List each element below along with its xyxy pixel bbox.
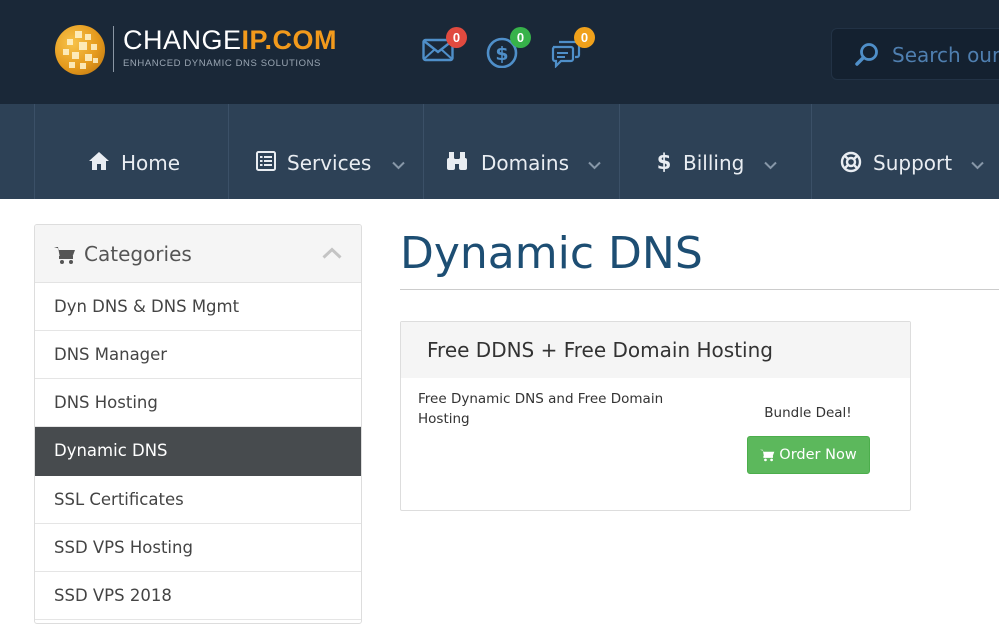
chevron-down-icon bbox=[971, 161, 984, 170]
chevron-down-icon bbox=[764, 161, 777, 170]
shopping-cart-icon bbox=[760, 449, 775, 461]
search-icon[interactable] bbox=[854, 42, 880, 68]
dollar-icon: $ bbox=[657, 150, 671, 173]
nav-services-label: Services bbox=[287, 151, 372, 175]
shopping-cart-icon bbox=[54, 247, 75, 264]
billing-notification-button[interactable]: $ 0 bbox=[486, 27, 531, 70]
search-input[interactable] bbox=[892, 40, 999, 70]
sidebar-item-dns-manager[interactable]: DNS Manager bbox=[35, 331, 361, 379]
sidebar-item-ssl-certificates[interactable]: SSL Certificates bbox=[35, 476, 361, 524]
sidebar-item-dynamic-dns[interactable]: Dynamic DNS bbox=[35, 427, 361, 476]
categories-header[interactable]: Categories bbox=[35, 225, 361, 283]
nav-home[interactable]: Home bbox=[34, 104, 228, 199]
logo-divider bbox=[113, 26, 114, 72]
nav-domains[interactable]: Domains bbox=[423, 104, 619, 199]
title-divider bbox=[400, 289, 999, 290]
logo-suffix: IP.COM bbox=[241, 25, 338, 55]
lifebuoy-icon bbox=[840, 151, 862, 173]
binoculars-icon bbox=[447, 152, 467, 170]
logo-wordmark[interactable]: CHANGEIP.COM bbox=[123, 25, 337, 55]
billing-count-badge: 0 bbox=[510, 27, 531, 48]
chat-count-badge: 0 bbox=[574, 27, 595, 48]
categories-title: Categories bbox=[84, 242, 192, 266]
mail-count-badge: 0 bbox=[446, 27, 467, 48]
product-card: Free DDNS + Free Domain Hosting Free Dyn… bbox=[400, 321, 911, 511]
nav-support[interactable]: Support bbox=[811, 104, 999, 199]
chevron-up-icon[interactable] bbox=[322, 247, 342, 259]
logo-prefix: CHANGE bbox=[123, 25, 242, 55]
logo-globe-icon[interactable] bbox=[55, 25, 105, 75]
nav-domains-label: Domains bbox=[481, 151, 570, 175]
nav-home-label: Home bbox=[121, 151, 181, 175]
chevron-down-icon bbox=[588, 161, 601, 170]
sidebar-item-dns-hosting[interactable]: DNS Hosting bbox=[35, 379, 361, 427]
nav-services[interactable]: Services bbox=[228, 104, 423, 199]
sidebar-item-dyn-dns-mgmt[interactable]: Dyn DNS & DNS Mgmt bbox=[35, 283, 361, 331]
product-header: Free DDNS + Free Domain Hosting bbox=[401, 322, 910, 378]
nav-support-label: Support bbox=[873, 151, 953, 175]
nav-billing[interactable]: $ Billing bbox=[619, 104, 811, 199]
svg-text:$: $ bbox=[657, 150, 671, 173]
svg-text:$: $ bbox=[495, 43, 508, 65]
nav-billing-label: Billing bbox=[683, 151, 745, 175]
order-now-label: Order Now bbox=[779, 447, 857, 463]
chat-notification-button[interactable]: 0 bbox=[550, 27, 595, 70]
sidebar-item-ssd-vps-hosting[interactable]: SSD VPS Hosting bbox=[35, 524, 361, 572]
mail-notification-button[interactable]: 0 bbox=[422, 27, 467, 70]
categories-panel: Categories Dyn DNS & DNS Mgmt DNS Manage… bbox=[34, 224, 362, 624]
product-description: Free Dynamic DNS and Free Domain Hosting bbox=[418, 391, 664, 427]
order-now-button[interactable]: Order Now bbox=[747, 436, 870, 474]
knowledgebase-search bbox=[831, 28, 999, 80]
main-navigation: Home Services Domains $ Billing Support bbox=[0, 104, 999, 199]
logo-tagline: ENHANCED DYNAMIC DNS SOLUTIONS bbox=[123, 58, 321, 69]
product-name: Free DDNS + Free Domain Hosting bbox=[427, 338, 773, 362]
list-icon bbox=[256, 151, 276, 171]
chevron-down-icon bbox=[392, 161, 405, 170]
product-price-label: Bundle Deal! bbox=[764, 405, 852, 421]
page-title: Dynamic DNS bbox=[400, 228, 703, 279]
top-header: CHANGEIP.COM ENHANCED DYNAMIC DNS SOLUTI… bbox=[0, 0, 999, 104]
home-icon bbox=[89, 152, 109, 170]
